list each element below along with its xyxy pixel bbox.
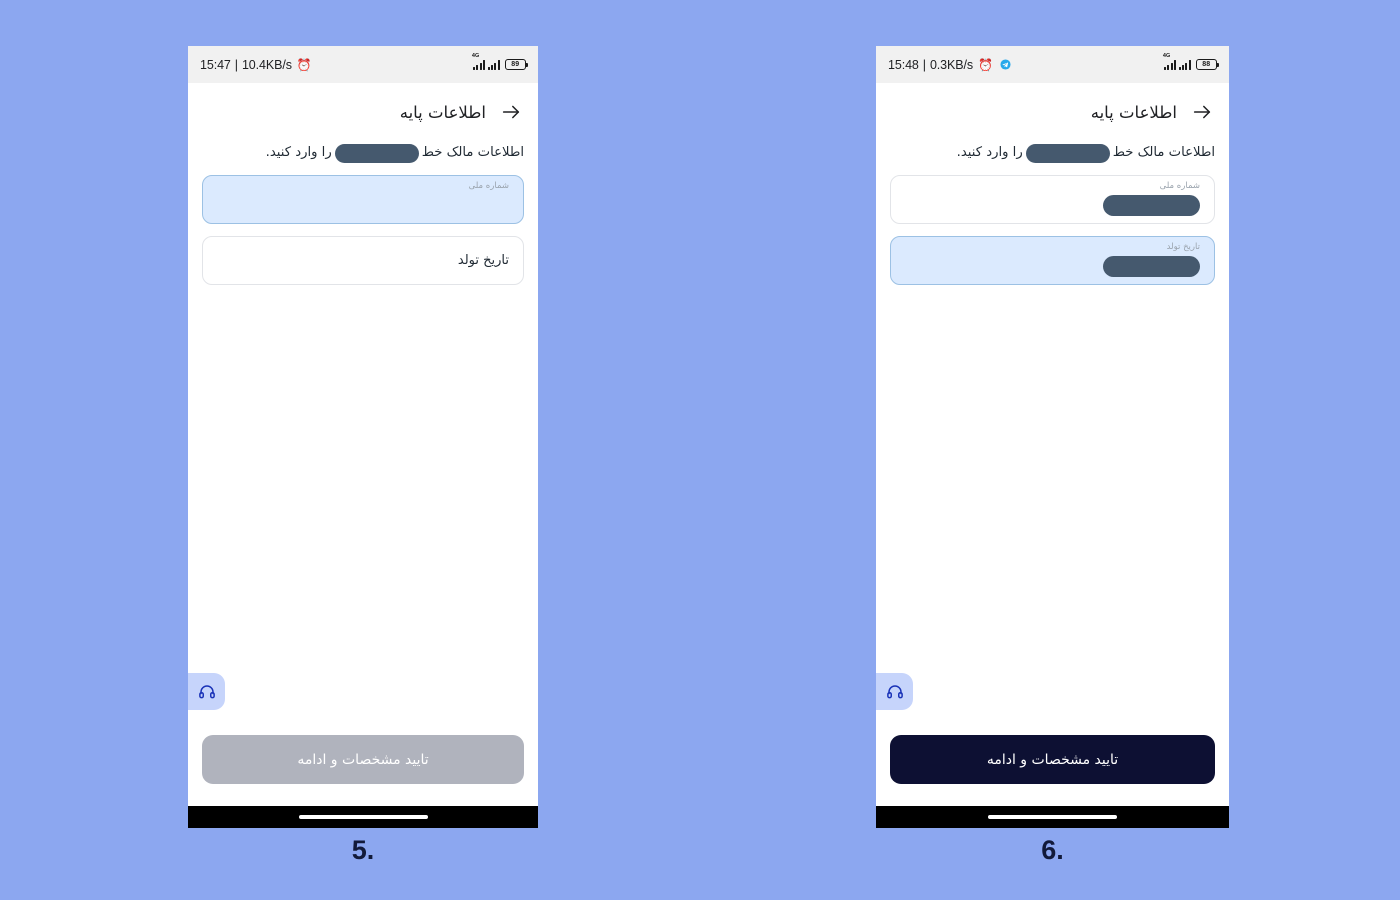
- instruction-text-after: را وارد کنید.: [956, 145, 1023, 160]
- birth-date-field[interactable]: تاریخ تولد: [202, 236, 524, 286]
- signal-bars-sim2-icon: [1178, 59, 1191, 70]
- app-bar: اطلاعات پایه: [188, 83, 538, 141]
- app-screen: اطلاعات پایه اطلاعات مالک خط را وارد کنی…: [876, 83, 1229, 806]
- status-network-speed: 0.3KB/s: [929, 57, 974, 72]
- battery-level-label: 88: [1202, 61, 1211, 68]
- cta-container: تایید مشخصات و ادامه: [188, 735, 538, 806]
- national-id-redacted-value: [1103, 195, 1200, 217]
- alarm-clock-icon: ⏰: [296, 57, 312, 72]
- step-number-caption-6: 6.: [1041, 835, 1064, 865]
- form-fields: شماره ملی تاریخ تولد: [188, 163, 538, 286]
- network-type-label: 4G: [1162, 53, 1171, 59]
- headset-icon: [886, 684, 903, 698]
- gesture-home-pill[interactable]: [298, 815, 428, 819]
- redacted-operator-name: [334, 143, 419, 163]
- status-network-speed: 10.4KB/s: [241, 57, 292, 72]
- status-separator: |: [234, 57, 238, 72]
- support-chat-button[interactable]: [188, 673, 225, 710]
- signal-bars-sim1-icon: 4G: [472, 53, 485, 70]
- status-bar: 15:48 | 0.3KB/s ⏰ 4G 88: [876, 46, 1229, 83]
- status-bar: 15:47 | 10.4KB/s ⏰ 4G 89: [188, 46, 538, 83]
- national-id-field[interactable]: شماره ملی: [202, 175, 524, 225]
- app-screen: اطلاعات پایه اطلاعات مالک خط را وارد کنی…: [188, 83, 538, 806]
- status-bar-left: 15:47 | 10.4KB/s ⏰: [200, 58, 312, 72]
- step-number-caption-5: 5.: [351, 835, 375, 865]
- telegram-icon: [1000, 59, 1011, 70]
- phone-screenshot-step-5: 15:47 | 10.4KB/s ⏰ 4G 89 اطلاعات پایه اط…: [188, 46, 538, 828]
- back-arrow-icon[interactable]: [500, 101, 522, 123]
- form-instruction: اطلاعات مالک خط را وارد کنید.: [188, 143, 538, 163]
- birth-date-redacted-value: [1103, 256, 1200, 278]
- confirm-and-continue-button[interactable]: تایید مشخصات و ادامه: [890, 735, 1215, 784]
- instruction-text-before: اطلاعات مالک خط: [1112, 145, 1215, 160]
- form-fields: شماره ملی تاریخ تولد: [876, 163, 1229, 286]
- instruction-text-before: اطلاعات مالک خط: [421, 145, 524, 160]
- instruction-text-after: را وارد کنید.: [265, 145, 332, 160]
- redacted-operator-name: [1025, 143, 1110, 163]
- support-chat-button[interactable]: [876, 673, 913, 710]
- cta-container: تایید مشخصات و ادامه: [876, 735, 1229, 806]
- status-separator: |: [922, 57, 926, 72]
- screenshot-canvas: 15:47 | 10.4KB/s ⏰ 4G 89 اطلاعات پایه اط…: [0, 0, 1400, 900]
- status-bar-right: 4G 88: [1163, 53, 1219, 70]
- page-title: اطلاعات پایه: [399, 102, 486, 122]
- system-navigation-bar: [188, 806, 538, 828]
- battery-level-label: 89: [511, 61, 520, 68]
- gesture-home-pill[interactable]: [988, 815, 1117, 819]
- back-arrow-icon[interactable]: [1191, 101, 1213, 123]
- birth-date-label: تاریخ تولد: [457, 253, 509, 269]
- status-bar-left: 15:48 | 0.3KB/s ⏰: [888, 58, 1011, 72]
- alarm-clock-icon: ⏰: [978, 57, 993, 72]
- status-time: 15:47: [200, 57, 231, 72]
- form-instruction: اطلاعات مالک خط را وارد کنید.: [876, 143, 1229, 163]
- national-id-label: شماره ملی: [468, 181, 509, 192]
- app-bar: اطلاعات پایه: [876, 83, 1229, 141]
- page-title: اطلاعات پایه: [1090, 102, 1177, 122]
- battery-icon: 88: [1195, 59, 1219, 70]
- battery-icon: 89: [504, 59, 528, 70]
- status-time: 15:48: [888, 57, 919, 72]
- national-id-field[interactable]: شماره ملی: [890, 175, 1215, 225]
- phone-screenshot-step-6: 15:48 | 0.3KB/s ⏰ 4G 88 اطلاعات پایه اطل…: [876, 46, 1229, 828]
- birth-date-label: تاریخ تولد: [1166, 242, 1200, 253]
- system-navigation-bar: [876, 806, 1229, 828]
- status-bar-right: 4G 89: [472, 53, 528, 70]
- signal-bars-sim2-icon: [487, 59, 500, 70]
- network-type-label: 4G: [471, 53, 480, 59]
- national-id-label: شماره ملی: [1159, 181, 1200, 192]
- signal-bars-sim1-icon: 4G: [1163, 53, 1176, 70]
- birth-date-field[interactable]: تاریخ تولد: [890, 236, 1215, 286]
- headset-icon: [198, 684, 215, 698]
- confirm-and-continue-button[interactable]: تایید مشخصات و ادامه: [202, 735, 524, 784]
